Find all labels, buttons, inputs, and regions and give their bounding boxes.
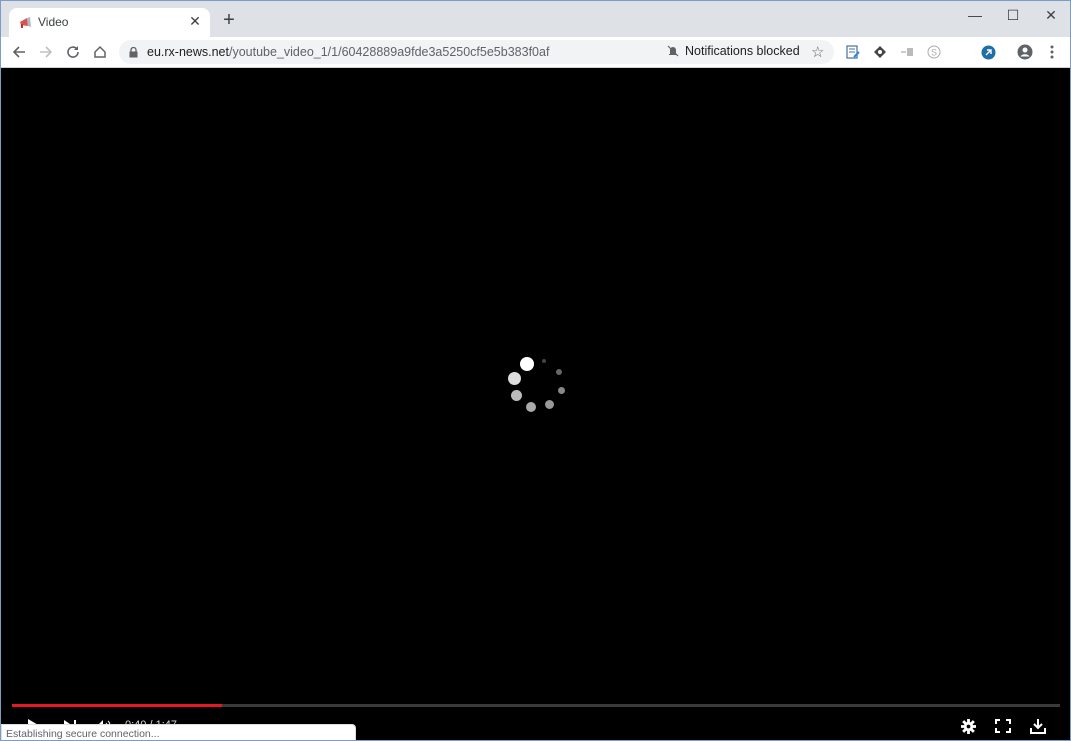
settings-button[interactable]: [957, 715, 979, 737]
spinner-dot: [508, 372, 521, 385]
bell-off-icon: [667, 45, 679, 57]
gear-icon: [960, 718, 976, 734]
arrow-badge-extension-icon[interactable]: [980, 44, 996, 60]
notifications-blocked-label: Notifications blocked: [685, 44, 800, 58]
spinner-dot: [542, 359, 546, 363]
new-tab-button[interactable]: +: [219, 10, 239, 30]
url-text: eu.rx-news.net/youtube_video_1/1/6042888…: [147, 45, 549, 59]
spinner-dot: [520, 357, 534, 371]
seek-bar[interactable]: [12, 704, 1060, 707]
spinner-dot: [545, 400, 554, 409]
svg-text:S: S: [931, 48, 937, 58]
spinner-dot: [556, 369, 562, 375]
spinner-dot: [511, 390, 522, 401]
maximize-button[interactable]: ☐: [994, 1, 1032, 29]
video-player[interactable]: 0:40 / 1:47: [1, 68, 1070, 740]
lock-icon: [129, 47, 138, 58]
forward-button[interactable]: [35, 41, 57, 63]
back-button[interactable]: [8, 41, 30, 63]
title-bar: Video ✕ + — ☐ ✕: [1, 1, 1070, 37]
arrow-right-icon: [40, 46, 53, 58]
download-button[interactable]: [1027, 715, 1049, 737]
tab-title: Video: [38, 15, 69, 29]
fullscreen-button[interactable]: [992, 715, 1014, 737]
home-icon: [94, 45, 106, 58]
url-host: eu.rx-news.net: [147, 45, 229, 59]
loading-spinner: [501, 351, 581, 431]
browser-window: Video ✕ + — ☐ ✕ eu.rx-news.net/youtube_v…: [0, 0, 1071, 741]
s-extension-icon[interactable]: S: [926, 44, 942, 60]
menu-kebab-icon[interactable]: [1044, 44, 1060, 60]
tab-video[interactable]: Video ✕: [9, 8, 210, 37]
notes-extension-icon[interactable]: [845, 44, 861, 60]
seek-bar-played: [12, 704, 222, 707]
megaphone-icon: [20, 17, 31, 28]
spinner-dot: [558, 387, 565, 394]
tab-close-button[interactable]: ✕: [187, 13, 203, 29]
arrow-left-icon: [12, 46, 25, 58]
url-path: /youtube_video_1/1/60428889a9fde3a5250cf…: [228, 45, 550, 59]
notifications-blocked-chip[interactable]: Notifications blocked: [667, 44, 800, 58]
reload-icon: [67, 46, 79, 58]
reader-extension-icon[interactable]: [899, 44, 915, 60]
bookmark-star-icon[interactable]: ☆: [811, 43, 824, 61]
status-bubble: Establishing secure connection...: [1, 724, 356, 740]
reload-button[interactable]: [62, 41, 84, 63]
fullscreen-icon: [995, 719, 1011, 733]
browser-toolbar: eu.rx-news.net/youtube_video_1/1/6042888…: [1, 37, 1070, 68]
spinner-dot: [526, 402, 536, 412]
minimize-button[interactable]: —: [956, 1, 994, 29]
close-window-button[interactable]: ✕: [1032, 1, 1070, 29]
profile-avatar-icon[interactable]: [1017, 44, 1033, 60]
diamond-extension-icon[interactable]: [872, 44, 888, 60]
download-icon: [1030, 719, 1046, 734]
home-button[interactable]: [89, 41, 111, 63]
address-bar[interactable]: eu.rx-news.net/youtube_video_1/1/6042888…: [119, 40, 834, 64]
